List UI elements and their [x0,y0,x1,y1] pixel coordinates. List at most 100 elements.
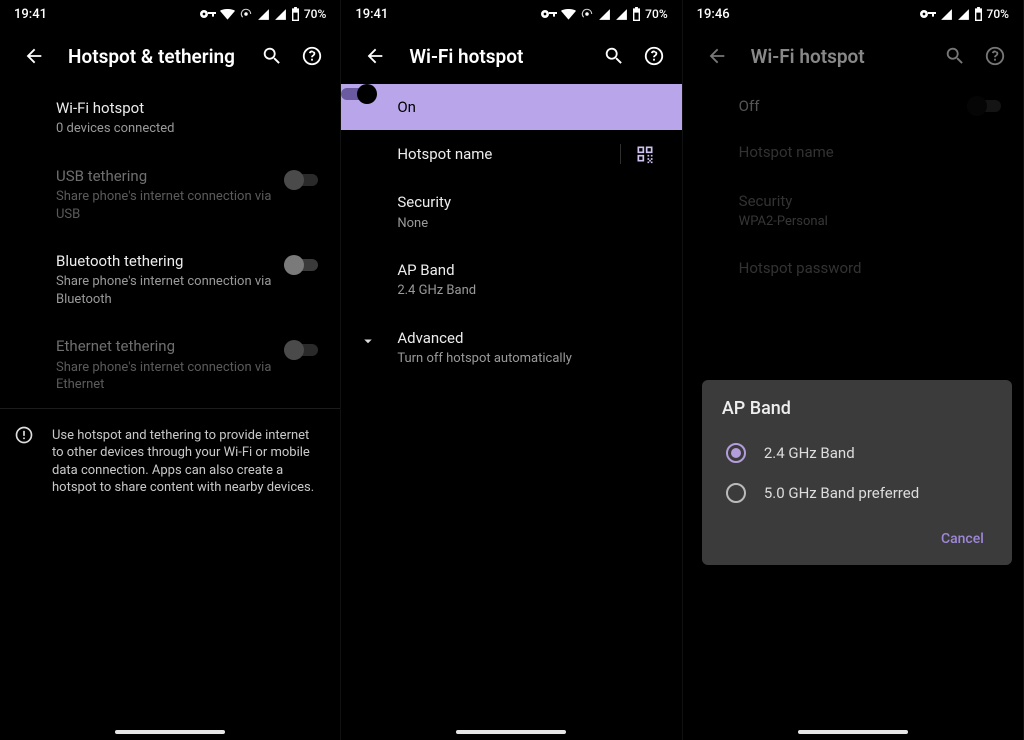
status-bar: 19:46 70% [683,0,1023,28]
item-subtitle: 0 devices connected [56,120,320,138]
radio-icon [726,483,746,503]
ethernet-tethering-switch [284,340,320,360]
wifi-icon [561,8,576,20]
app-bar: Wi-Fi hotspot [683,28,1023,84]
item-subtitle: Share phone's internet connection via US… [56,188,284,223]
vpn-key-icon [920,9,936,19]
info-text: Use hotspot and tethering to provide int… [52,427,320,497]
help-button[interactable] [634,36,674,76]
content: Off Hotspot name Security WPA2-Personal … [683,84,1023,293]
status-time: 19:46 [697,7,730,22]
arrow-back-icon [364,45,386,67]
screen-wifi-hotspot-on: 19:41 70% Wi-Fi hotspot On [341,0,682,740]
item-hotspot-name[interactable]: Hotspot name [341,130,681,178]
page-title: Wi-Fi hotspot [395,45,593,68]
status-icons: 70% [541,7,667,21]
search-icon [261,45,283,67]
item-usb-tethering: USB tethering Share phone's internet con… [0,152,340,237]
hotspot-master-toggle[interactable]: On [341,84,681,130]
app-bar: Wi-Fi hotspot [341,28,681,84]
gesture-nav-handle[interactable] [456,730,566,734]
item-wifi-hotspot[interactable]: Wi-Fi hotspot 0 devices connected [0,84,340,152]
arrow-back-icon [23,45,45,67]
battery-icon [974,7,983,21]
signal-icon-2 [274,8,287,21]
item-subtitle: 2.4 GHz Band [397,282,661,300]
status-time: 19:41 [14,7,47,22]
back-button[interactable] [355,36,395,76]
content: On Hotspot name Security None AP Band 2.… [341,84,681,382]
dialog-scrim[interactable]: AP Band 2.4 GHz Band 5.0 GHz Band prefer… [683,84,1023,293]
qr-share-button[interactable] [620,144,662,164]
app-bar: Hotspot & tethering [0,28,340,84]
cancel-button[interactable]: Cancel [931,523,994,555]
toggle-label: On [397,98,661,116]
item-security[interactable]: Security None [341,178,681,246]
back-button[interactable] [697,36,737,76]
item-title: Ethernet tethering [56,336,284,356]
wifi-icon [220,8,235,20]
battery-percent: 70% [304,7,326,21]
radio-option-24ghz[interactable]: 2.4 GHz Band [722,433,994,473]
item-title: Security [397,192,661,212]
bluetooth-tethering-switch[interactable] [284,255,320,275]
page-title: Hotspot & tethering [54,45,252,68]
qr-icon [635,144,655,164]
ap-band-dialog: AP Band 2.4 GHz Band 5.0 GHz Band prefer… [702,380,1012,565]
search-icon [603,45,625,67]
item-subtitle: Turn off hotspot automatically [397,350,661,368]
signal-icon-1 [940,8,953,21]
item-ap-band[interactable]: AP Band 2.4 GHz Band [341,246,681,314]
chevron-down-icon [359,332,377,350]
item-subtitle: Share phone's internet connection via Bl… [56,273,284,308]
usb-tethering-switch [284,170,320,190]
item-title: AP Band [397,260,661,280]
help-button[interactable] [975,36,1015,76]
info-footer: Use hotspot and tethering to provide int… [0,408,340,511]
help-button[interactable] [292,36,332,76]
vpn-key-icon [541,9,557,19]
item-bluetooth-tethering[interactable]: Bluetooth tethering Share phone's intern… [0,237,340,322]
hotspot-icon [580,7,594,21]
item-title: Advanced [397,328,661,348]
item-advanced[interactable]: Advanced Turn off hotspot automatically [341,314,681,382]
gesture-nav-handle[interactable] [115,730,225,734]
search-icon [944,45,966,67]
screen-hotspot-tethering: 19:41 70% Hotspot & tethering Wi-Fi hots… [0,0,341,740]
signal-icon-1 [598,8,611,21]
arrow-back-icon [706,45,728,67]
item-subtitle: None [397,215,661,233]
hotspot-icon [239,7,253,21]
battery-percent: 70% [645,7,667,21]
search-button[interactable] [252,36,292,76]
search-button[interactable] [935,36,975,76]
status-bar: 19:41 70% [0,0,340,28]
item-ethernet-tethering: Ethernet tethering Share phone's interne… [0,322,340,407]
item-title: Hotspot name [397,144,611,164]
help-icon [301,45,323,67]
screen-wifi-hotspot-dialog: 19:46 70% Wi-Fi hotspot Off Hotspot name [683,0,1024,740]
page-title: Wi-Fi hotspot [737,45,935,68]
radio-icon [726,443,746,463]
info-icon [14,425,34,445]
help-icon [984,45,1006,67]
item-title: Bluetooth tethering [56,251,284,271]
item-subtitle: Share phone's internet connection via Et… [56,359,284,394]
search-button[interactable] [594,36,634,76]
gesture-nav-handle[interactable] [798,730,908,734]
battery-icon [632,7,641,21]
radio-option-5ghz[interactable]: 5.0 GHz Band preferred [722,473,994,513]
radio-label: 2.4 GHz Band [764,444,855,462]
back-button[interactable] [14,36,54,76]
signal-icon-1 [257,8,270,21]
item-title: Wi-Fi hotspot [56,98,320,118]
item-title: USB tethering [56,166,284,186]
status-icons: 70% [200,7,326,21]
vpn-key-icon [200,9,216,19]
status-bar: 19:41 70% [341,0,681,28]
help-icon [643,45,665,67]
dialog-title: AP Band [722,398,994,419]
battery-icon [291,7,300,21]
radio-label: 5.0 GHz Band preferred [764,484,919,502]
battery-percent: 70% [987,7,1009,21]
